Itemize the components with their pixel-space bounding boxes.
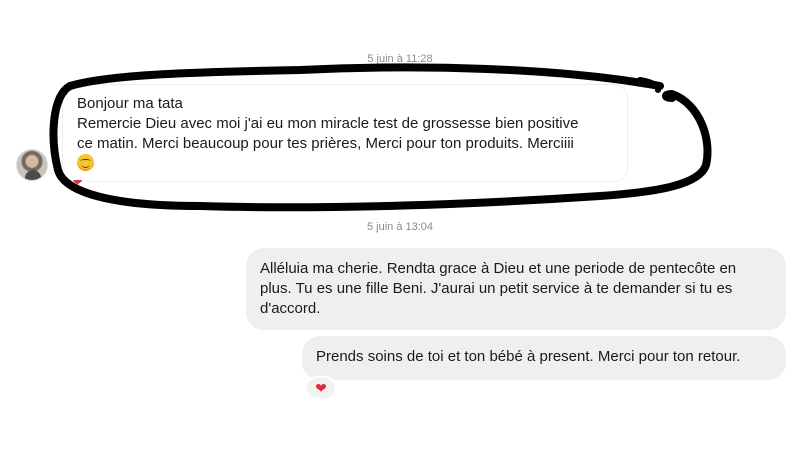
contact-avatar[interactable] bbox=[16, 149, 48, 181]
smiling-face-emoji-icon bbox=[77, 154, 94, 171]
heart-reaction-badge[interactable]: ❤ bbox=[66, 180, 92, 200]
outgoing-message-bubble[interactable]: Prends soins de toi et ton bébé à presen… bbox=[302, 336, 786, 380]
message-line: plus. Tu es une fille Beni. J'aurai un p… bbox=[260, 280, 733, 297]
heart-icon: ❤ bbox=[315, 380, 327, 396]
timestamp: 5 juin à 13:04 bbox=[366, 221, 434, 233]
message-line: d'accord. bbox=[260, 300, 321, 317]
heart-icon: ❤ bbox=[72, 180, 83, 189]
message-line: Alléluia ma cherie. Rendta grace à Dieu … bbox=[260, 260, 737, 277]
heart-reaction-badge[interactable]: ❤ bbox=[305, 376, 337, 400]
message-line: Remercie Dieu avec moi j'ai eu mon mirac… bbox=[77, 115, 579, 132]
message-line: ce matin. Merci beaucoup pour tes prière… bbox=[77, 135, 574, 152]
incoming-message-bubble[interactable]: Bonjour ma tata Remercie Dieu avec moi j… bbox=[62, 84, 628, 182]
chat-thread: 5 juin à 11:28 Bonjour ma tata Remercie … bbox=[0, 0, 800, 450]
outgoing-message-bubble[interactable]: Alléluia ma cherie. Rendta grace à Dieu … bbox=[246, 248, 786, 330]
timestamp: 5 juin à 11:28 bbox=[367, 53, 433, 65]
message-line: Bonjour ma tata bbox=[77, 95, 183, 112]
